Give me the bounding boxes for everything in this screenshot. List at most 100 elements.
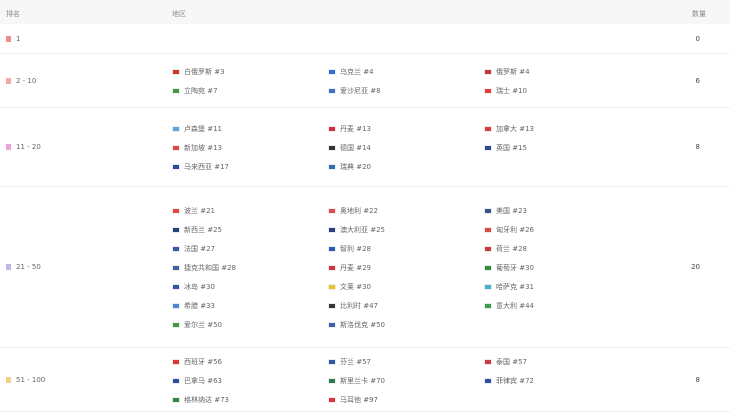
country-entry[interactable]: 巴拿马 #63 bbox=[172, 376, 222, 386]
country-name: 澳大利亚 #25 bbox=[340, 226, 385, 234]
country-entry[interactable]: 斯洛伐克 #50 bbox=[328, 320, 385, 330]
country-entry[interactable]: 加拿大 #13 bbox=[484, 124, 534, 134]
country-flag-icon bbox=[172, 246, 180, 252]
country-entry[interactable]: 泰国 #57 bbox=[484, 357, 527, 367]
country-name: 马来西亚 #17 bbox=[184, 163, 229, 171]
country-flag-icon bbox=[328, 164, 336, 170]
country-flag-icon bbox=[484, 358, 492, 365]
country-entry[interactable]: 斯里兰卡 #70 bbox=[328, 376, 385, 386]
country-flag-icon bbox=[172, 396, 180, 403]
country-count: 6 bbox=[695, 76, 700, 85]
country-entry[interactable]: 立陶宛 #7 bbox=[172, 86, 218, 96]
country-entry[interactable]: 匈牙利 #26 bbox=[484, 225, 534, 235]
country-count: 8 bbox=[695, 143, 700, 151]
rank-group-row: 10 bbox=[0, 24, 730, 54]
country-flag-icon bbox=[328, 208, 336, 214]
country-name: 美国 #23 bbox=[496, 207, 527, 215]
country-entry[interactable]: 爱沙尼亚 #8 bbox=[328, 86, 381, 96]
country-flag-icon bbox=[484, 284, 492, 290]
country-entry[interactable]: 哈萨克 #31 bbox=[484, 282, 534, 292]
country-entry[interactable]: 新加坡 #13 bbox=[172, 143, 222, 153]
country-name: 加拿大 #13 bbox=[496, 125, 534, 133]
country-entry[interactable]: 法国 #27 bbox=[172, 244, 215, 254]
rank-color-swatch bbox=[6, 144, 11, 150]
country-entry[interactable]: 奥地利 #22 bbox=[328, 206, 378, 216]
country-flag-icon bbox=[484, 265, 492, 271]
country-entry[interactable]: 美国 #23 bbox=[484, 206, 527, 216]
country-name: 新西兰 #25 bbox=[184, 226, 222, 234]
country-name: 爱尔兰 #50 bbox=[184, 321, 222, 329]
country-name: 瑞典 #20 bbox=[340, 163, 371, 171]
country-entry[interactable]: 瑞士 #10 bbox=[484, 86, 527, 96]
rank-range-label: 11 - 20 bbox=[16, 143, 41, 151]
country-name: 智利 #28 bbox=[340, 245, 371, 253]
country-name: 意大利 #44 bbox=[496, 302, 534, 310]
country-entry[interactable]: 比利时 #47 bbox=[328, 301, 378, 311]
country-name: 斯里兰卡 #70 bbox=[340, 376, 385, 385]
country-name: 捷克共和国 #28 bbox=[184, 264, 236, 272]
country-entry[interactable]: 马耳他 #97 bbox=[328, 395, 378, 405]
country-flag-icon bbox=[484, 246, 492, 252]
rank-color-swatch bbox=[6, 376, 11, 383]
country-entry[interactable]: 英国 #15 bbox=[484, 143, 527, 153]
rank-range-label: 1 bbox=[16, 34, 21, 43]
country-entry[interactable]: 马来西亚 #17 bbox=[172, 162, 229, 172]
country-entry[interactable]: 芬兰 #57 bbox=[328, 357, 371, 367]
country-entry[interactable]: 白俄罗斯 #3 bbox=[172, 67, 225, 77]
country-entry[interactable]: 荷兰 #28 bbox=[484, 244, 527, 254]
country-name: 瑞士 #10 bbox=[496, 87, 527, 95]
country-name: 荷兰 #28 bbox=[496, 245, 527, 253]
country-entry[interactable]: 冰岛 #30 bbox=[172, 282, 215, 292]
count-column-header: 数量 bbox=[692, 10, 706, 18]
country-flag-icon bbox=[172, 265, 180, 271]
country-entry[interactable]: 意大利 #44 bbox=[484, 301, 534, 311]
country-entry[interactable]: 格林纳达 #73 bbox=[172, 395, 229, 405]
country-flag-icon bbox=[328, 145, 336, 151]
country-flag-icon bbox=[328, 265, 336, 271]
country-name: 卢森堡 #11 bbox=[184, 125, 222, 133]
country-entry[interactable]: 瑞典 #20 bbox=[328, 162, 371, 172]
country-name: 俄罗斯 #4 bbox=[496, 68, 530, 76]
country-name: 芬兰 #57 bbox=[340, 357, 371, 366]
country-entry[interactable]: 乌克兰 #4 bbox=[328, 67, 374, 77]
country-flag-icon bbox=[172, 303, 180, 309]
country-name: 丹麦 #29 bbox=[340, 264, 371, 272]
country-flag-icon bbox=[172, 377, 180, 384]
country-flag-icon bbox=[328, 227, 336, 233]
rank-range: 1 bbox=[6, 35, 20, 43]
country-entry[interactable]: 丹麦 #13 bbox=[328, 124, 371, 134]
country-entry[interactable]: 丹麦 #29 bbox=[328, 263, 371, 273]
country-name: 法国 #27 bbox=[184, 245, 215, 253]
rank-color-swatch bbox=[6, 35, 11, 42]
country-name: 希腊 #33 bbox=[184, 302, 215, 310]
country-name: 泰国 #57 bbox=[496, 357, 527, 366]
country-entry[interactable]: 西班牙 #56 bbox=[172, 357, 222, 367]
country-entry[interactable]: 智利 #28 bbox=[328, 244, 371, 254]
country-entry[interactable]: 德国 #14 bbox=[328, 143, 371, 153]
country-entry[interactable]: 波兰 #21 bbox=[172, 206, 215, 216]
country-entry[interactable]: 捷克共和国 #28 bbox=[172, 263, 236, 273]
country-name: 斯洛伐克 #50 bbox=[340, 321, 385, 329]
country-entry[interactable]: 卢森堡 #11 bbox=[172, 124, 222, 134]
country-entry[interactable]: 希腊 #33 bbox=[172, 301, 215, 311]
country-flag-icon bbox=[172, 208, 180, 214]
country-entry[interactable]: 文莱 #30 bbox=[328, 282, 371, 292]
country-name: 西班牙 #56 bbox=[184, 357, 222, 366]
country-entry[interactable]: 菲律宾 #72 bbox=[484, 376, 534, 386]
country-entry[interactable]: 爱尔兰 #50 bbox=[172, 320, 222, 330]
country-flag-icon bbox=[328, 126, 336, 132]
country-flag-icon bbox=[328, 377, 336, 384]
country-entry[interactable]: 新西兰 #25 bbox=[172, 225, 222, 235]
country-entry[interactable]: 葡萄牙 #30 bbox=[484, 263, 534, 273]
rank-range-label: 21 - 50 bbox=[16, 263, 41, 271]
rank-range: 2 - 10 bbox=[6, 77, 36, 85]
country-flag-icon bbox=[172, 145, 180, 151]
country-entry[interactable]: 澳大利亚 #25 bbox=[328, 225, 385, 235]
country-entry[interactable]: 俄罗斯 #4 bbox=[484, 67, 530, 77]
country-flag-icon bbox=[484, 126, 492, 132]
country-flag-icon bbox=[484, 69, 492, 75]
country-column-header: 地区 bbox=[172, 10, 186, 18]
country-flag-icon bbox=[328, 88, 336, 94]
rank-group-row: 11 - 20 卢森堡 #11 丹麦 #13 加拿大 #13 新加坡 #13 德国 #14… bbox=[0, 108, 730, 187]
country-name: 英国 #15 bbox=[496, 144, 527, 152]
